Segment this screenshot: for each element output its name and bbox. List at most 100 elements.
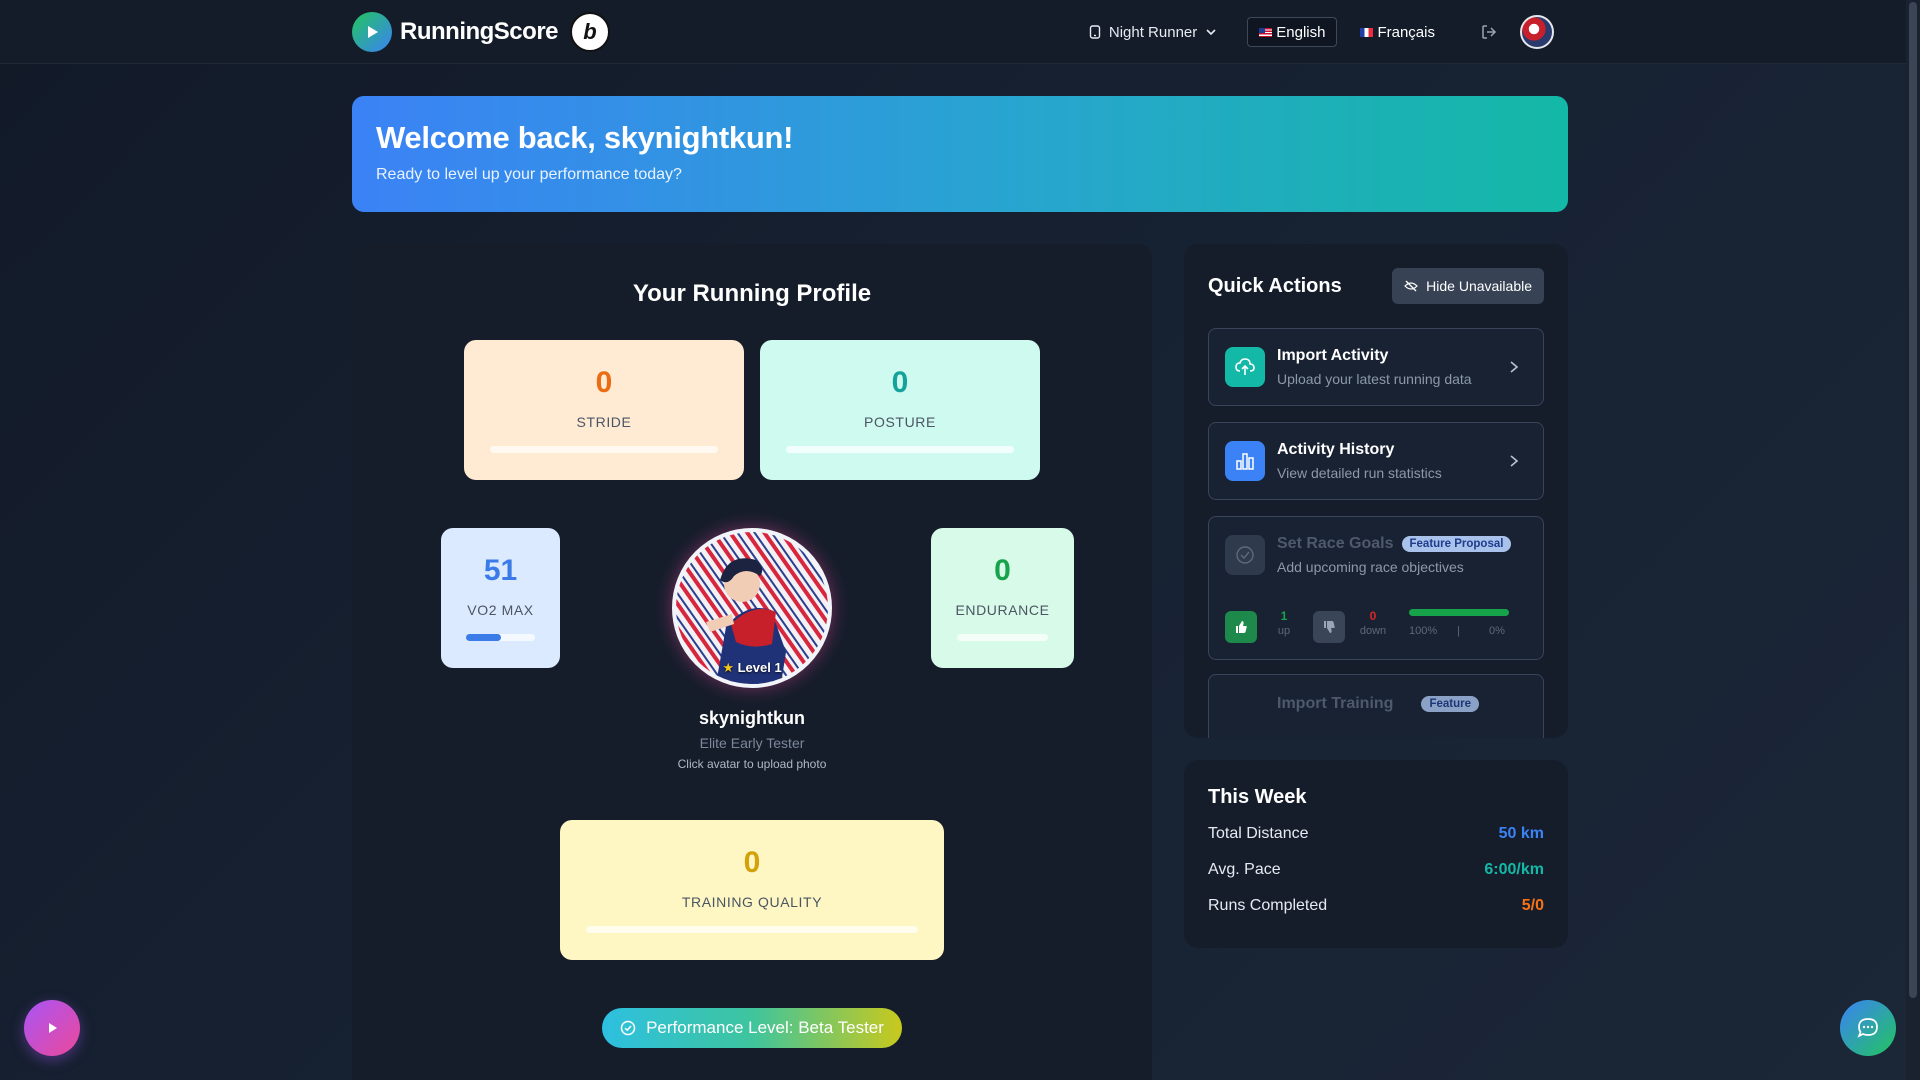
level-badge: ★ Level 1: [676, 660, 828, 676]
action-goals-title-text: Set Race Goals: [1277, 535, 1394, 552]
check-circle-icon: [620, 1020, 636, 1036]
stat-endurance-label: ENDURANCE: [955, 602, 1050, 618]
stat-training-quality-value: 0: [743, 846, 761, 879]
brand-logo[interactable]: RunningScore b: [352, 12, 611, 52]
stat-stride-value: 0: [595, 366, 613, 399]
feature-badge: Feature: [1421, 696, 1479, 712]
hide-unavailable-label: Hide Unavailable: [1426, 278, 1532, 294]
week-distance-label: Total Distance: [1208, 824, 1309, 842]
play-logo-icon: [352, 12, 392, 52]
action-goals-desc: Add upcoming race objectives: [1277, 559, 1464, 575]
profile-switcher[interactable]: Night Runner: [1089, 24, 1217, 41]
action-set-race-goals: Set Race Goals Feature Proposal Add upcom…: [1208, 516, 1544, 660]
profile-avatar[interactable]: ★ Level 1: [672, 528, 832, 688]
running-profile-card: Your Running Profile 0 STRIDE 0 POSTURE …: [352, 244, 1152, 1080]
chat-fab-button[interactable]: [1840, 1000, 1896, 1056]
stat-training-quality-bar: [586, 926, 918, 933]
week-distance-value: 50 km: [1498, 824, 1544, 842]
lang-english-button[interactable]: English: [1247, 17, 1338, 47]
stat-vo2max-bar: [466, 634, 535, 641]
avatar-upload-hint: Click avatar to upload photo: [677, 757, 827, 771]
quick-actions-card: Quick Actions Hide Unavailable Import Ac…: [1184, 244, 1568, 738]
chevron-right-icon: [1510, 455, 1519, 467]
stat-posture-bar: [786, 446, 1014, 453]
week-runs-value: 5/0: [1521, 896, 1544, 914]
thumbs-down-icon: [1324, 621, 1335, 633]
target-icon: [1225, 535, 1265, 575]
play-icon: [49, 1023, 57, 1033]
action-import-title: Import Activity: [1277, 347, 1389, 364]
stat-training-quality[interactable]: 0 TRAINING QUALITY: [560, 820, 944, 960]
performance-level-pill[interactable]: Performance Level: Beta Tester: [602, 1008, 902, 1048]
stat-endurance[interactable]: 0 ENDURANCE: [931, 528, 1074, 668]
action-goals-title: Set Race Goals Feature Proposal: [1277, 535, 1512, 553]
week-pace-label: Avg. Pace: [1208, 860, 1281, 878]
user-avatar-menu[interactable]: [1520, 15, 1554, 49]
feature-proposal-badge: Feature Proposal: [1401, 536, 1512, 552]
action-history-desc: View detailed run statistics: [1277, 465, 1442, 481]
action-import-training: Import Training Feature: [1208, 674, 1544, 738]
thumbs-up-button[interactable]: [1225, 611, 1257, 643]
profile-username: skynightkun: [698, 708, 805, 728]
action-activity-history[interactable]: Activity History View detailed run stati…: [1208, 422, 1544, 500]
phone-icon: [1089, 25, 1101, 39]
stat-posture[interactable]: 0 POSTURE: [760, 340, 1040, 480]
vote-divider: |: [1457, 625, 1460, 637]
stat-stride[interactable]: 0 STRIDE: [464, 340, 744, 480]
action-training-title: Import Training Feature: [1277, 695, 1479, 713]
stat-stride-label: STRIDE: [576, 414, 632, 430]
stat-training-quality-label: TRAINING QUALITY: [681, 894, 823, 910]
stat-stride-bar: [490, 446, 718, 453]
scrollbar-thumb[interactable]: [1909, 2, 1917, 998]
level-badge-label: Level 1: [737, 660, 782, 675]
upvote-count: 1 up: [1271, 609, 1297, 637]
stat-vo2max-label: VO2 MAX: [467, 602, 534, 618]
week-row-runs: Runs Completed 5/0: [1208, 894, 1544, 917]
action-import-desc: Upload your latest running data: [1277, 371, 1472, 387]
logout-icon[interactable]: [1480, 23, 1498, 41]
us-flag-icon: [1259, 27, 1273, 37]
chevron-down-icon: [1206, 29, 1216, 36]
this-week-title: This Week: [1208, 786, 1307, 808]
downvote-percent: 0%: [1489, 625, 1505, 637]
performance-level-label: Performance Level: Beta Tester: [646, 1018, 884, 1037]
downvote-count-label: down: [1359, 625, 1387, 637]
thumbs-down-button[interactable]: [1313, 611, 1345, 643]
star-icon: ★: [722, 660, 734, 675]
thumbs-up-icon: [1236, 621, 1247, 633]
eye-off-icon: [1404, 280, 1419, 292]
profile-rank: Elite Early Tester: [699, 735, 805, 751]
action-history-title: Activity History: [1277, 441, 1395, 458]
chat-bubble-icon: [1857, 1018, 1878, 1038]
hide-unavailable-button[interactable]: Hide Unavailable: [1392, 268, 1544, 304]
quick-actions-title: Quick Actions: [1208, 275, 1342, 297]
week-row-distance: Total Distance 50 km: [1208, 822, 1544, 845]
lang-french-button[interactable]: Français: [1349, 17, 1446, 47]
profile-switch-label: Night Runner: [1108, 23, 1198, 41]
action-import-activity[interactable]: Import Activity Upload your latest runni…: [1208, 328, 1544, 406]
action-training-title-text: Import Training: [1277, 695, 1394, 712]
nav-right: Night Runner English Français: [1089, 14, 1554, 50]
downvote-count: 0 down: [1355, 609, 1391, 637]
welcome-subtitle: Ready to level up your performance today…: [376, 166, 682, 183]
brand-name: RunningScore: [400, 18, 559, 45]
stat-endurance-value: 0: [994, 554, 1011, 587]
lang-french-label: Français: [1377, 23, 1435, 41]
cloud-upload-icon: [1225, 347, 1265, 387]
welcome-banner: Welcome back, skynightkun! Ready to leve…: [352, 96, 1568, 212]
welcome-title: Welcome back, skynightkun!: [376, 120, 794, 155]
upvote-count-label: up: [1277, 625, 1291, 637]
top-navbar: RunningScore b Night Runner English Fran…: [0, 0, 1906, 64]
page-scrollbar[interactable]: [1906, 0, 1920, 1080]
stat-posture-value: 0: [891, 366, 909, 399]
this-week-card: This Week Total Distance 50 km Avg. Pace…: [1184, 760, 1568, 948]
stat-vo2max-value: 51: [483, 554, 518, 587]
profile-title: Your Running Profile: [632, 280, 872, 307]
upvote-percent: 100%: [1409, 625, 1438, 637]
bar-chart-icon: [1225, 441, 1265, 481]
stat-vo2max[interactable]: 51 VO2 MAX: [441, 528, 560, 668]
play-fab-button[interactable]: [24, 1000, 80, 1056]
feature-vote-row: 1 up 0 down 100% | 0%: [1225, 607, 1529, 647]
lang-english-label: English: [1276, 23, 1326, 41]
chevron-right-icon: [1510, 361, 1519, 373]
